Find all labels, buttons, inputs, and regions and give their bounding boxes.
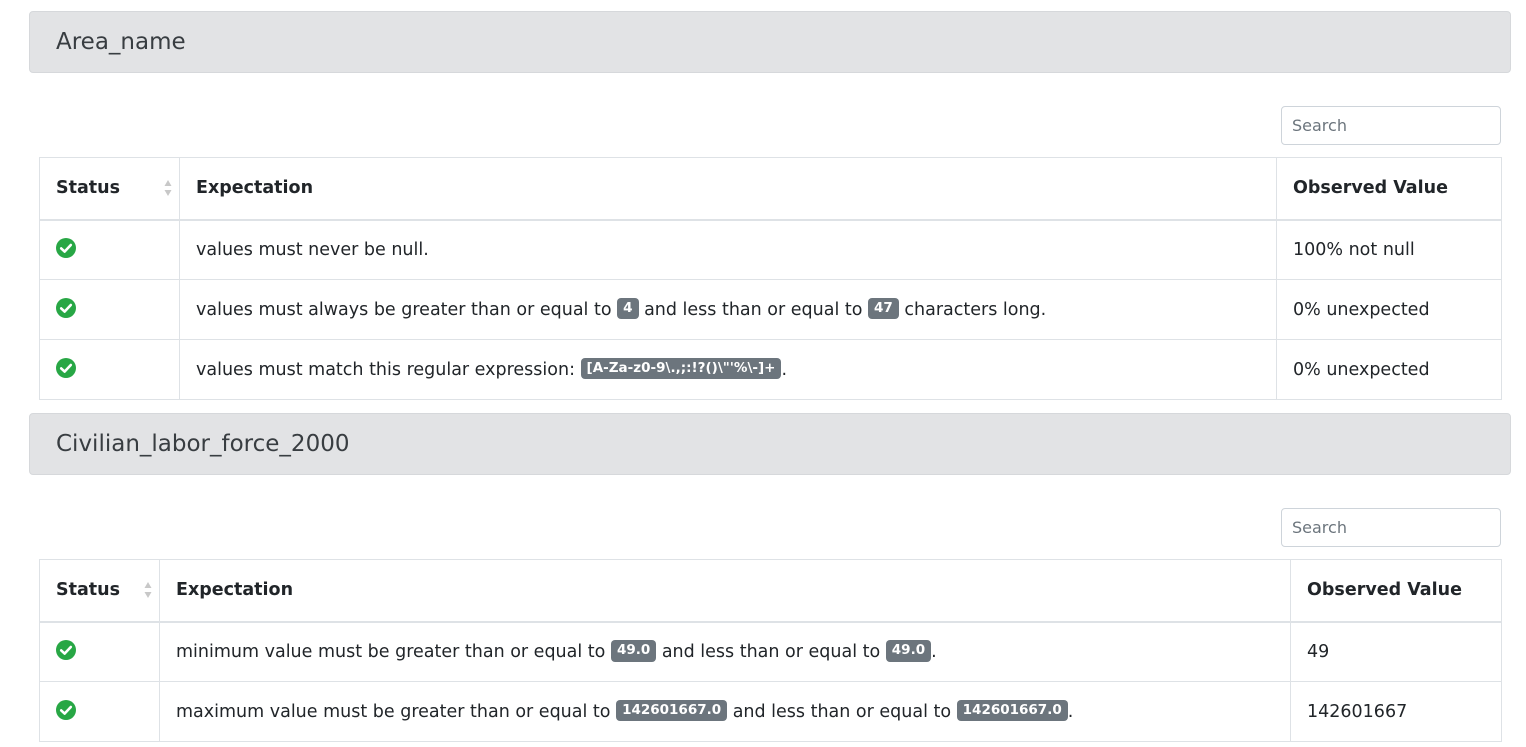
column-header-expectation[interactable]: Expectation [159,559,1291,623]
expectation-text: maximum value must be greater than or eq… [176,701,617,722]
expectation-text: and less than or equal to [727,701,957,722]
expectation-text: . [781,359,788,380]
status-cell [39,219,180,280]
expectation-text: and less than or equal to [656,641,886,662]
status-cell [39,339,180,400]
column-header-status[interactable]: Status [39,559,160,623]
search-input[interactable] [1281,106,1501,145]
sort-icon [144,582,152,599]
status-cell [39,621,160,682]
expectations-table: Status Expectation Observed Value [39,157,1502,400]
expectation-text: and less than or equal to [638,299,869,320]
check-circle-icon [56,639,76,660]
expectation-text: values must never be null. [196,239,429,260]
value-badge: 49.0 [610,640,657,662]
column-header-observed-value[interactable]: Observed Value [1290,559,1502,623]
column-header-expectation[interactable]: Expectation [179,157,1277,221]
expectation-text: characters long. [898,299,1047,320]
status-cell [39,681,160,742]
expectation-text: minimum value must be greater than or eq… [176,641,611,662]
table-row: values must match this regular expressio… [39,339,1502,400]
table-row: values must always be greater than or eq… [39,279,1502,340]
observed-value-cell: 0% unexpected [1276,279,1502,340]
column-header-label: Observed Value [1293,178,1448,199]
observed-value-cell: 142601667 [1290,681,1502,742]
status-cell [39,279,180,340]
table-row: values must never be null. 100% not null [39,219,1502,280]
regex-badge: [A-Za-z0-9\.,;:!?()\"'%\-]+ [580,357,782,380]
column-header-status[interactable]: Status [39,157,180,221]
section-title: Civilian_labor_force_2000 [56,431,350,457]
expectation-cell: values must always be greater than or eq… [179,279,1277,340]
column-header-label: Observed Value [1307,580,1462,601]
column-header-observed-value[interactable]: Observed Value [1276,157,1502,221]
column-header-label: Expectation [176,580,294,601]
section-title: Area_name [56,29,186,55]
column-header-label: Expectation [196,178,314,199]
value-badge: 4 [617,297,639,320]
observed-value-cell: 0% unexpected [1276,339,1502,400]
expectation-cell: values must never be null. [179,219,1277,280]
table-row: minimum value must be greater than or eq… [39,621,1502,682]
expectation-cell: values must match this regular expressio… [179,339,1277,400]
expectation-text: . [931,641,937,662]
expectation-text: values must match this regular expressio… [196,359,581,380]
value-badge: 49.0 [885,640,932,662]
expectation-text: values must always be greater than or eq… [196,299,618,320]
observed-value-cell: 100% not null [1276,219,1502,280]
section-header-civilian-labor-force-2000: Civilian_labor_force_2000 [29,413,1511,475]
observed-value-cell: 49 [1290,621,1502,682]
expectation-cell: maximum value must be greater than or eq… [159,681,1291,742]
check-circle-icon [56,357,76,378]
column-header-label: Status [56,580,121,601]
expectation-text: . [1067,701,1074,722]
table-header-row: Status Expectation Observed Value [39,559,1502,623]
section-header-area-name: Area_name [29,11,1511,73]
value-badge: 142601667.0 [956,699,1068,722]
value-badge: 142601667.0 [616,699,728,722]
table-row: maximum value must be greater than or eq… [39,681,1502,742]
search-input[interactable] [1281,508,1501,547]
table-header-row: Status Expectation Observed Value [39,157,1502,221]
column-header-label: Status [56,178,121,199]
value-badge: 47 [868,297,899,320]
check-circle-icon [56,699,76,720]
check-circle-icon [56,237,76,258]
check-circle-icon [56,297,76,318]
sort-icon [164,180,172,197]
expectations-table: Status Expectation Observed Value [39,559,1502,742]
expectation-cell: minimum value must be greater than or eq… [159,621,1291,682]
